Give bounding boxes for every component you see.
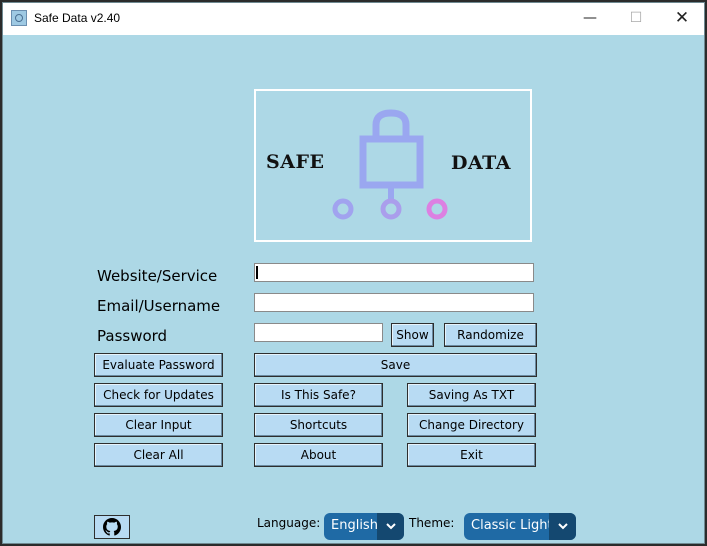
save-button[interactable]: Save [254,353,537,377]
maximize-button[interactable]: ☐ [613,3,659,35]
app-logo: SAFE DATA [254,89,532,242]
clear-all-button[interactable]: Clear All [94,443,223,467]
about-button[interactable]: About [254,443,383,467]
app-logo-icon [11,10,27,26]
theme-label: Theme: [409,516,455,530]
text-cursor [256,266,258,279]
language-dropdown[interactable]: English [324,513,404,540]
github-button[interactable] [94,515,130,539]
show-password-button[interactable]: Show [391,323,434,347]
shortcuts-button[interactable]: Shortcuts [254,413,383,437]
language-label: Language: [257,516,321,530]
close-button[interactable]: ✕ [659,3,704,35]
clear-input-button[interactable]: Clear Input [94,413,223,437]
theme-dropdown[interactable]: Classic Light [464,513,576,540]
email-label: Email/Username [97,297,221,315]
language-value: English [331,518,378,533]
randomize-button[interactable]: Randomize [444,323,537,347]
email-input[interactable] [254,293,534,312]
exit-button[interactable]: Exit [407,443,536,467]
padlock-network-icon [332,109,448,220]
is-this-safe-button[interactable]: Is This Safe? [254,383,383,407]
title-bar: Safe Data v2.40 — ☐ ✕ [3,3,704,35]
check-updates-button[interactable]: Check for Updates [94,383,223,407]
evaluate-password-button[interactable]: Evaluate Password [94,353,223,377]
minimize-button[interactable]: — [567,3,613,35]
chevron-down-icon[interactable] [549,513,576,540]
theme-value: Classic Light [471,518,553,533]
app-window: Safe Data v2.40 — ☐ ✕ SAFE DATA Website/… [2,2,705,544]
window-title: Safe Data v2.40 [34,11,121,25]
github-icon [103,518,121,536]
saving-as-button[interactable]: Saving As TXT [407,383,536,407]
change-directory-button[interactable]: Change Directory [407,413,536,437]
password-input[interactable] [254,323,383,342]
chevron-down-icon[interactable] [377,513,404,540]
password-label: Password [97,327,168,345]
website-label: Website/Service [97,267,218,285]
website-input[interactable] [254,263,534,282]
